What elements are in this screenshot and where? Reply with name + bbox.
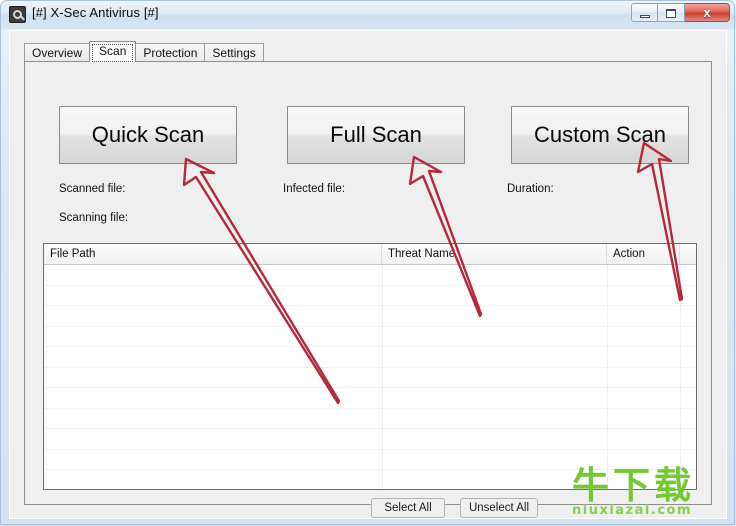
window-title: [#] X-Sec Antivirus [#] <box>32 5 159 20</box>
client-area: Overview Scan Protection Settings Quick … <box>9 30 727 519</box>
minimize-button[interactable] <box>631 3 658 22</box>
full-scan-label: Full Scan <box>330 122 422 147</box>
unselect-all-button[interactable]: Unselect All <box>460 498 538 518</box>
table-row <box>44 327 696 347</box>
column-header-file-path[interactable]: File Path <box>44 244 382 264</box>
app-shield-icon <box>9 6 26 23</box>
table-row <box>44 388 696 409</box>
scan-tab-panel: Quick Scan Full Scan Custom Scan Scanned… <box>24 61 712 518</box>
table-row <box>44 306 696 327</box>
select-all-label: Select All <box>384 502 432 514</box>
application-window: [#] X-Sec Antivirus [#] x Overview Scan … <box>0 0 736 526</box>
tab-focus-outline <box>92 44 134 62</box>
table-row <box>44 409 696 429</box>
maximize-button[interactable] <box>658 3 685 22</box>
watermark-url-text: niuxiazai.com <box>572 503 692 518</box>
tab-protection[interactable]: Protection <box>135 43 206 62</box>
custom-scan-button[interactable]: Custom Scan <box>511 106 689 164</box>
window-controls: x <box>631 3 730 23</box>
tab-overview[interactable]: Overview <box>24 43 91 62</box>
column-divider-3 <box>680 265 681 489</box>
table-row <box>44 429 696 450</box>
tab-settings[interactable]: Settings <box>204 43 264 62</box>
custom-scan-label: Custom Scan <box>533 122 667 147</box>
title-bar: [#] X-Sec Antivirus [#] x <box>0 0 736 29</box>
table-row <box>44 347 696 368</box>
column-header-action[interactable]: Action <box>607 244 680 264</box>
scanning-file-label: Scanning file: <box>59 212 129 224</box>
tab-overview-label: Overview <box>32 46 83 60</box>
column-divider-1 <box>382 265 383 489</box>
tab-settings-label: Settings <box>212 46 256 60</box>
infected-file-label: Infected file: <box>283 183 346 195</box>
table-body <box>44 265 696 489</box>
select-all-button[interactable]: Select All <box>371 498 445 518</box>
scanned-file-label: Scanned file: <box>59 183 126 195</box>
table-row <box>44 265 696 286</box>
tab-bar: Overview Scan Protection Settings <box>24 41 264 62</box>
column-divider-2 <box>607 265 608 489</box>
close-icon: x <box>703 5 711 20</box>
tab-protection-label: Protection <box>143 46 198 60</box>
watermark-chinese-text: 牛下载 <box>572 464 695 507</box>
table-row <box>44 368 696 388</box>
scan-results-table[interactable]: File Path Threat Name Action <box>43 243 697 490</box>
tab-scan[interactable]: Scan <box>89 41 137 62</box>
unselect-all-label: Unselect All <box>468 502 530 514</box>
column-header-threat-name[interactable]: Threat Name <box>382 244 607 264</box>
site-watermark: 牛下载 niuxiazai.com <box>572 466 732 524</box>
close-button[interactable]: x <box>685 3 730 22</box>
table-row <box>44 286 696 306</box>
quick-scan-label: Quick Scan <box>91 122 205 147</box>
minimize-icon <box>640 15 650 18</box>
screenshot-root: [#] X-Sec Antivirus [#] x Overview Scan … <box>0 0 736 526</box>
full-scan-button[interactable]: Full Scan <box>287 106 465 164</box>
maximize-icon <box>666 9 676 18</box>
quick-scan-button[interactable]: Quick Scan <box>59 106 237 164</box>
duration-label: Duration: <box>507 183 554 195</box>
column-header-extra[interactable] <box>680 244 696 264</box>
table-header-row: File Path Threat Name Action <box>44 244 696 265</box>
